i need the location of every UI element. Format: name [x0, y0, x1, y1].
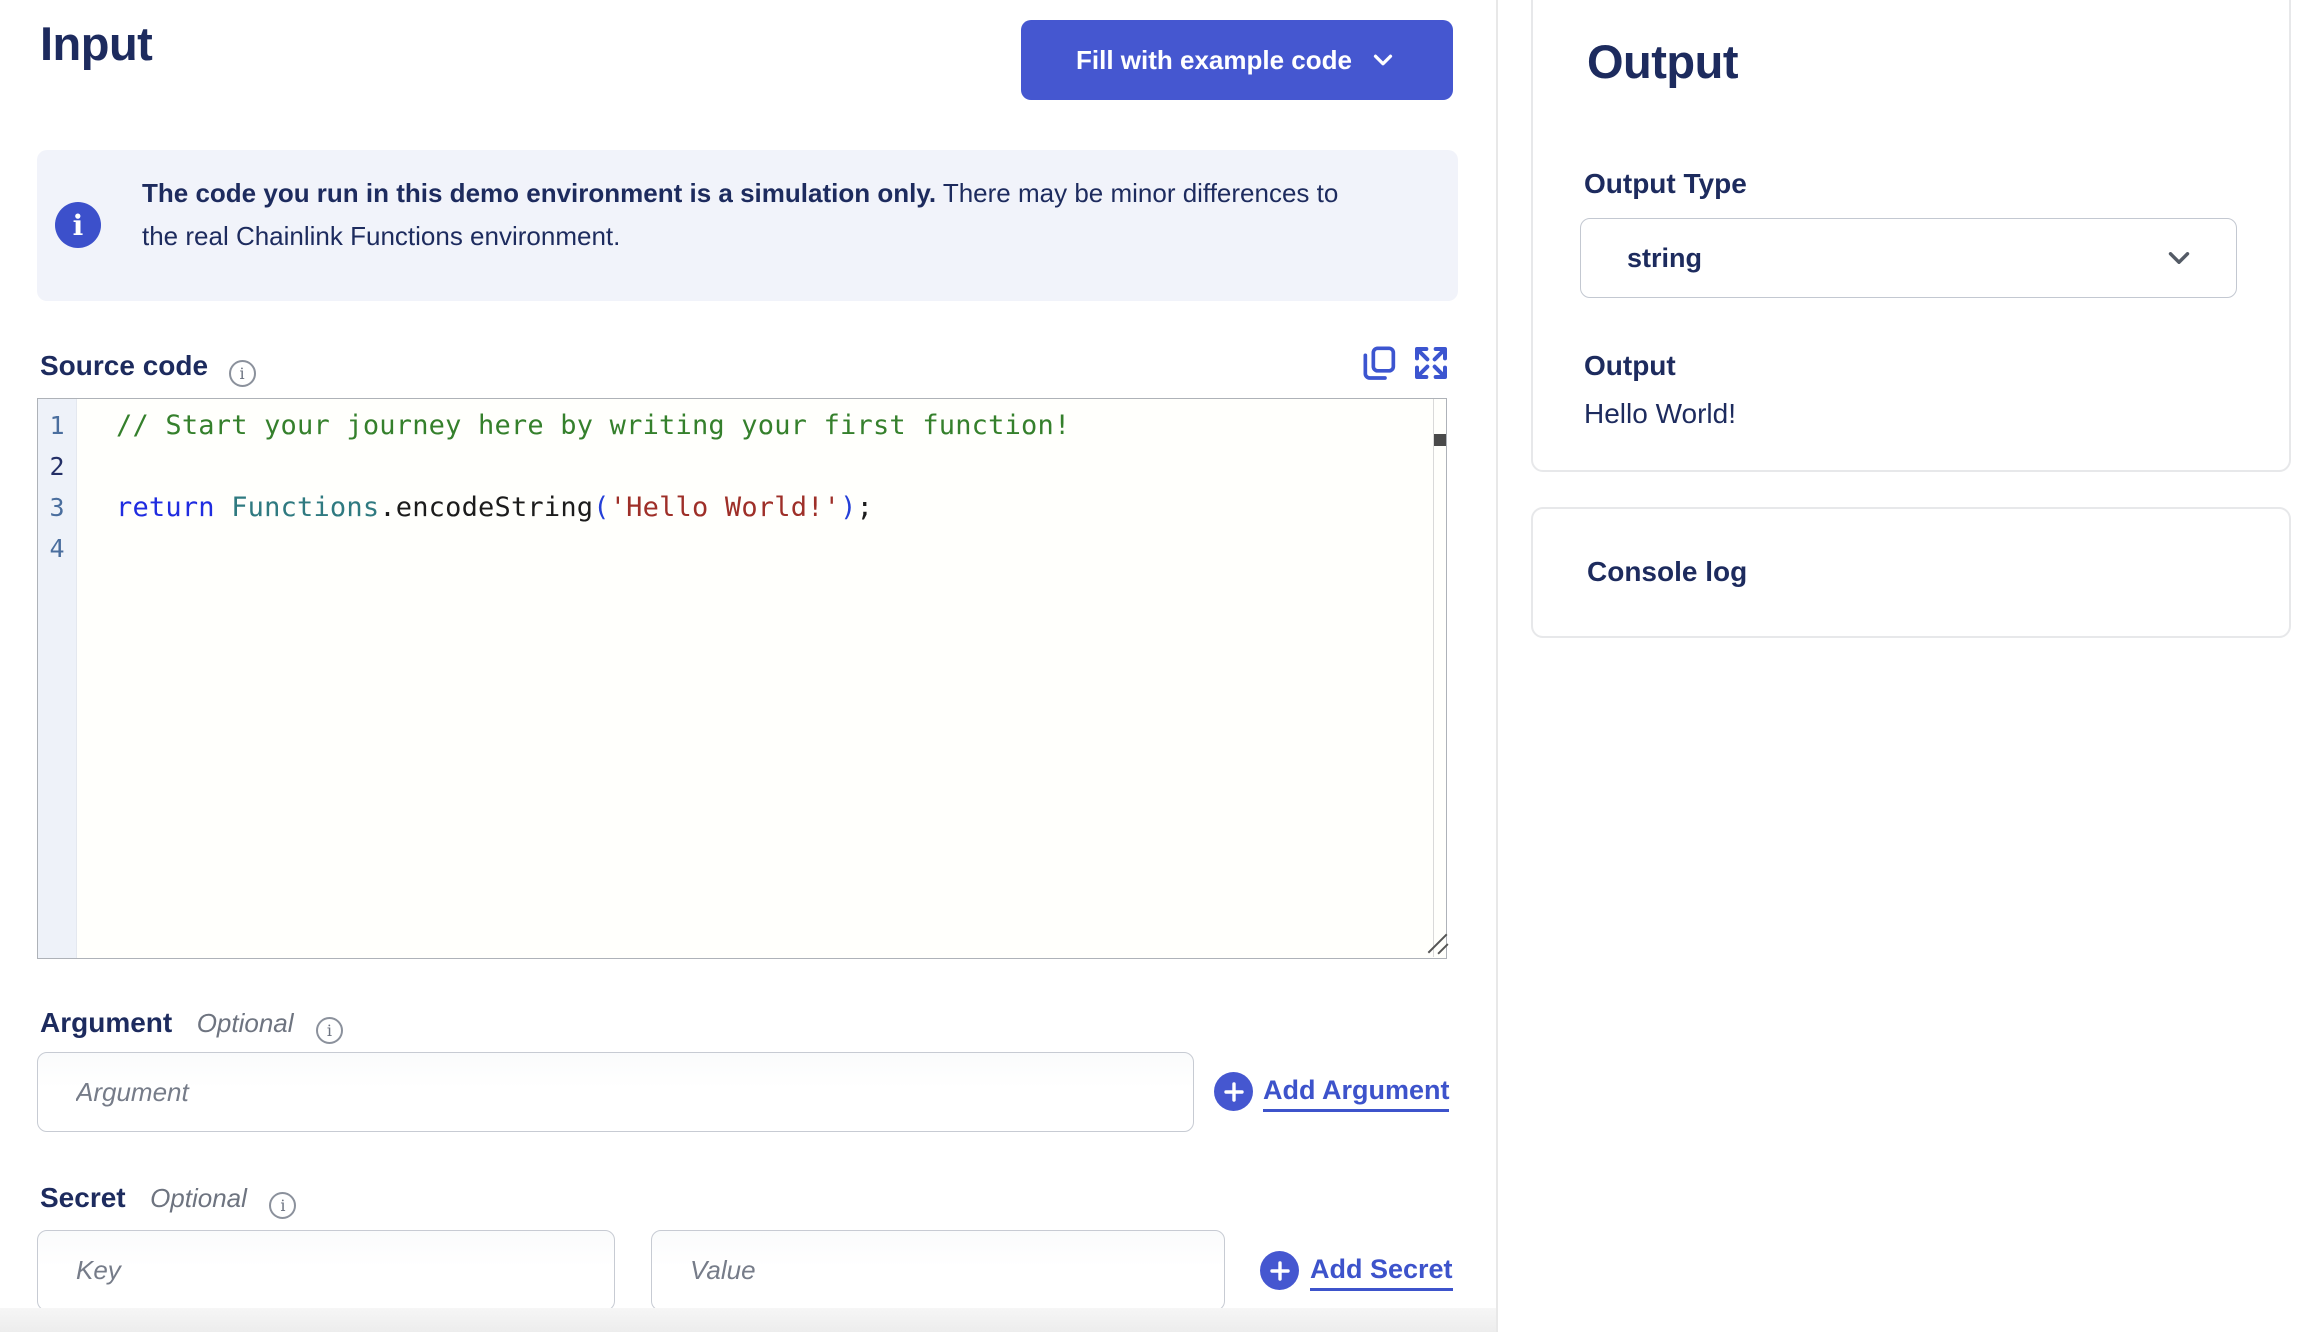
horizontal-scrollbar[interactable]	[0, 1308, 1496, 1332]
code-line-3: return Functions.encodeString('Hello Wor…	[116, 487, 1446, 528]
code-string: 'Hello World!'	[609, 492, 841, 523]
output-type-label: Output Type	[1584, 168, 1747, 199]
code-line-1: // Start your journey here by writing yo…	[116, 405, 1446, 446]
source-code-info-icon[interactable]: i	[228, 360, 256, 387]
add-secret-link[interactable]: Add Secret	[1310, 1254, 1453, 1291]
line-number-gutter: 1 2 3 4	[38, 399, 77, 958]
output-result-label: Output	[1584, 350, 1676, 381]
code-keyword: return	[116, 492, 215, 523]
plus-icon	[1269, 1260, 1290, 1281]
output-panel-title: Output	[1587, 35, 1739, 88]
output-type-value: string	[1627, 242, 1703, 273]
code-paren: (	[593, 492, 610, 523]
editor-scrollbar-track[interactable]	[1433, 399, 1446, 957]
resize-handle-icon[interactable]	[1424, 930, 1450, 956]
code-method: .encodeString	[379, 492, 594, 523]
notice-bold: The code you run in this demo environmen…	[142, 178, 937, 208]
secret-header: Secret Optional i	[40, 1182, 297, 1219]
console-log-label: Console log	[1587, 556, 1748, 587]
notice-text: The code you run in this demo environmen…	[142, 172, 1338, 258]
copy-code-button[interactable]	[1358, 343, 1400, 385]
add-secret-plus-button[interactable]	[1260, 1251, 1299, 1290]
notice-line2: the real Chainlink Functions environment…	[142, 221, 621, 251]
code-identifier: Functions	[231, 492, 380, 523]
argument-label: Argument	[40, 1007, 173, 1038]
argument-optional-label: Optional	[196, 1008, 294, 1038]
pane-divider	[1496, 0, 1498, 1332]
editor-scrollbar-thumb[interactable]	[1434, 434, 1446, 446]
code-semicolon: ;	[856, 492, 874, 523]
secret-value-input[interactable]	[651, 1230, 1225, 1311]
plus-icon	[1223, 1081, 1244, 1102]
line-number: 4	[49, 534, 65, 563]
info-icon: i	[55, 202, 101, 248]
secret-key-input[interactable]	[37, 1230, 615, 1311]
secret-info-icon[interactable]: i	[269, 1192, 297, 1219]
notice-rest: There may be minor differences to	[936, 178, 1339, 208]
argument-input[interactable]	[37, 1052, 1194, 1132]
output-type-select[interactable]: string	[1580, 218, 2237, 298]
fill-with-example-code-button[interactable]: Fill with example code	[1021, 20, 1453, 100]
expand-icon	[1415, 347, 1447, 379]
output-result-value: Hello World!	[1584, 398, 1736, 429]
copy-icon	[1363, 346, 1396, 380]
line-number: 1	[49, 411, 65, 440]
source-code-label: Source code	[40, 350, 209, 381]
secret-optional-label: Optional	[150, 1183, 247, 1213]
fill-button-label: Fill with example code	[1076, 44, 1352, 75]
input-panel-title: Input	[40, 17, 153, 70]
argument-info-icon[interactable]: i	[315, 1017, 343, 1044]
argument-header: Argument Optional i	[40, 1007, 343, 1044]
line-number: 2	[49, 452, 65, 481]
line-number: 3	[49, 493, 65, 522]
chevron-down-icon	[2168, 252, 2190, 264]
secret-label: Secret	[40, 1182, 126, 1213]
expand-code-button[interactable]	[1410, 343, 1452, 385]
add-argument-plus-button[interactable]	[1214, 1072, 1253, 1111]
source-code-editor[interactable]: 1 2 3 4 // Start your journey here by wr…	[37, 398, 1447, 959]
source-code-header: Source code i	[40, 350, 256, 387]
simulation-notice-banner: i The code you run in this demo environm…	[37, 150, 1458, 301]
code-area[interactable]: // Start your journey here by writing yo…	[77, 399, 1446, 958]
add-argument-link[interactable]: Add Argument	[1263, 1075, 1450, 1112]
chevron-down-icon	[1373, 54, 1393, 66]
code-comment: // Start your journey here by writing yo…	[116, 410, 1071, 441]
code-paren: )	[840, 492, 857, 523]
